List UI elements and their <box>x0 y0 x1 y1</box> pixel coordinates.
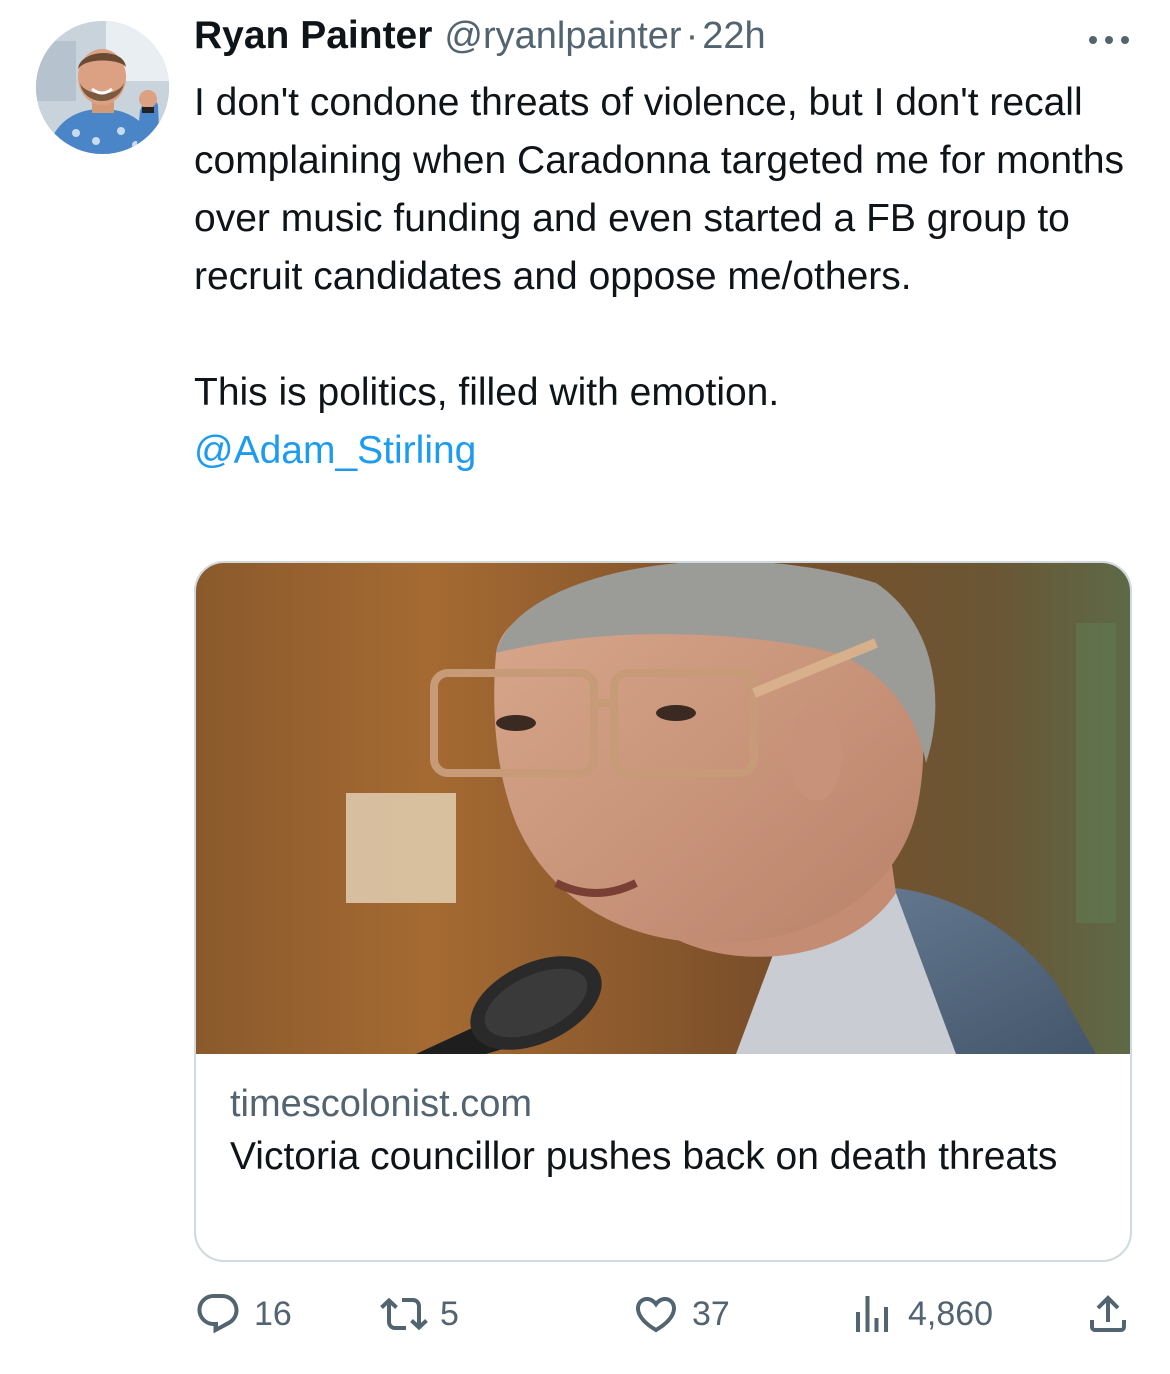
reply-count: 16 <box>254 1294 292 1333</box>
views-icon <box>856 1296 888 1332</box>
avatar[interactable] <box>36 21 169 154</box>
card-image <box>196 563 1130 1054</box>
action-bar: 16 5 37 4,860 <box>194 1290 1134 1338</box>
tweet-text: I don't condone threats of violence, but… <box>194 74 1144 480</box>
views-count: 4,860 <box>908 1294 994 1333</box>
heart-icon <box>635 1297 677 1333</box>
like-count: 37 <box>692 1294 730 1333</box>
more-icon[interactable] <box>1086 30 1132 50</box>
retweet-count: 5 <box>440 1294 459 1333</box>
separator-dot: · <box>685 15 699 57</box>
link-card[interactable]: timescolonist.com Victoria councillor pu… <box>194 561 1132 1262</box>
card-title[interactable]: Victoria councillor pushes back on death… <box>230 1133 1110 1181</box>
share-icon <box>1090 1295 1126 1332</box>
avatar-image <box>36 21 169 154</box>
share-button[interactable] <box>1084 1290 1132 1338</box>
reply-button[interactable]: 16 <box>194 1290 292 1338</box>
tweet[interactable]: Ryan Painter @ryanlpainter · 22h I don't… <box>0 0 1170 1374</box>
retweet-button[interactable]: 5 <box>380 1290 459 1338</box>
tweet-time[interactable]: 22h <box>702 15 765 58</box>
card-meta: timescolonist.com Victoria councillor pu… <box>230 1075 1110 1181</box>
mention-link[interactable]: @Adam_Stirling <box>194 429 476 472</box>
like-button[interactable]: 37 <box>632 1290 730 1338</box>
tweet-paragraph-1: I don't condone threats of violence, but… <box>194 81 1125 298</box>
tweet-header: Ryan Painter @ryanlpainter · 22h <box>194 14 766 70</box>
views-button[interactable]: 4,860 <box>848 1290 993 1338</box>
author-handle[interactable]: @ryanlpainter <box>444 15 681 58</box>
card-domain: timescolonist.com <box>230 1083 532 1125</box>
reply-icon <box>197 1294 239 1334</box>
retweet-icon <box>380 1297 428 1331</box>
tweet-paragraph-2: This is politics, filled with emotion. <box>194 371 780 414</box>
author-name[interactable]: Ryan Painter <box>194 14 432 58</box>
